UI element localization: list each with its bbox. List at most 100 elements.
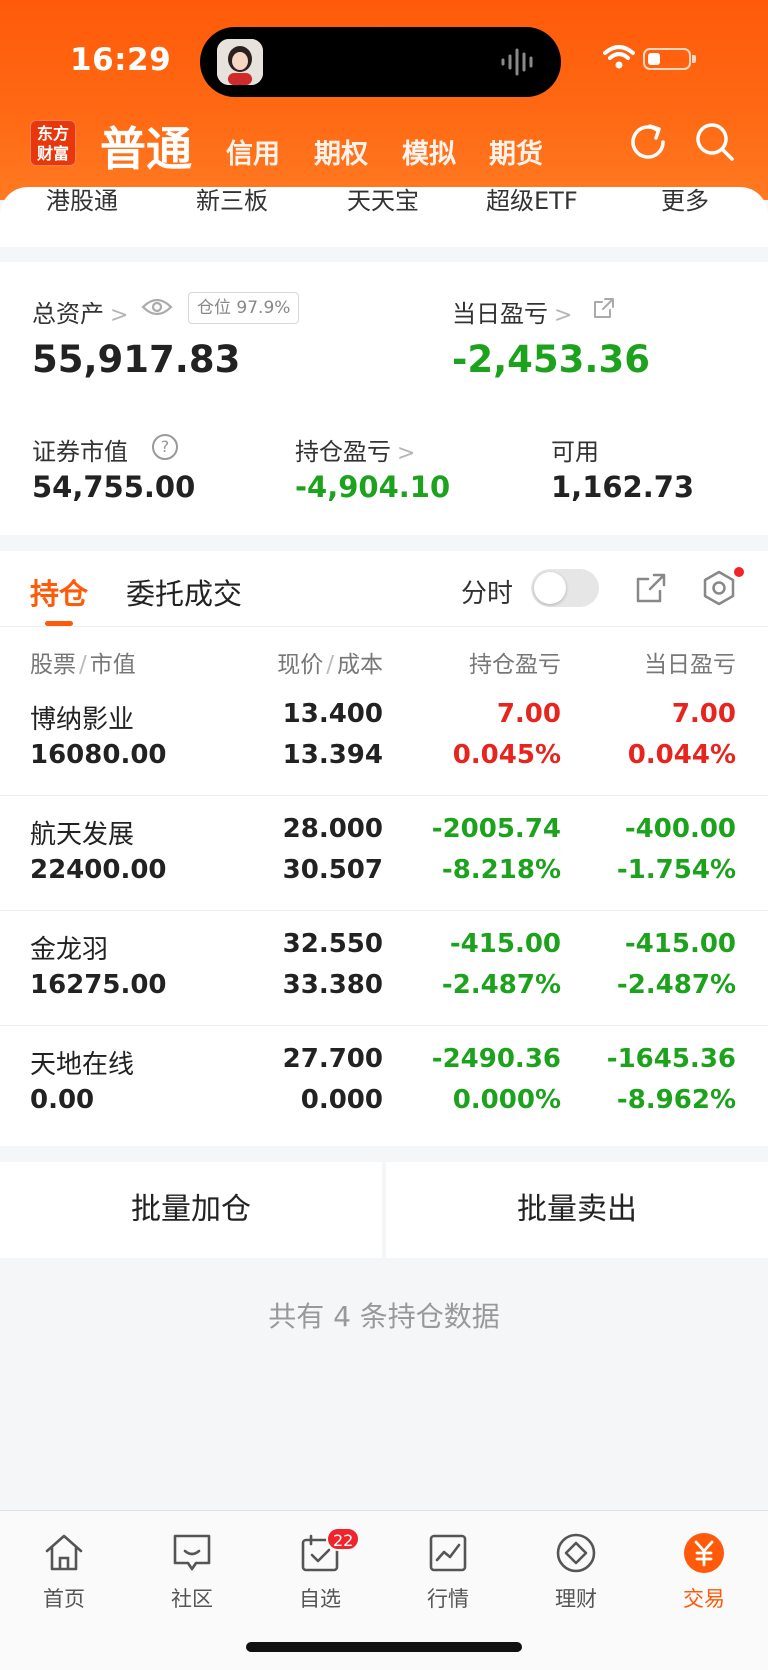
stock-holding-pl: -415.00 <box>449 929 561 959</box>
table-row[interactable]: 金龙羽 16275.00 32.550 33.380 -415.00 -2.48… <box>0 911 768 1026</box>
holdings-count-text: 共有 4 条持仓数据 <box>268 1300 500 1333</box>
status-time: 16:29 <box>70 42 172 78</box>
fenshi-label: 分时 <box>461 579 514 609</box>
quick-item-hk-connect[interactable]: 港股通 <box>46 187 118 216</box>
holdings-section: 持仓 委托成交 分时 股票 / 市值 现价 / 成本 持仓盈亏 当日盈亏 博纳影业 16… <box>0 551 768 1146</box>
nav-market[interactable]: 行情 <box>384 1521 512 1621</box>
table-row[interactable]: 博纳影业 16080.00 13.400 13.394 7.00 0.045% … <box>0 681 768 796</box>
app-header: 16:29 东方 财富 普通 信用 期权 模拟 期货 <box>0 0 768 200</box>
stock-market-value: 16080.00 <box>30 740 167 770</box>
tab-normal[interactable]: 普通 <box>100 113 192 179</box>
nav-wealth-label: 理财 <box>555 1587 597 1611</box>
avatar <box>217 39 263 85</box>
holdings-list: 博纳影业 16080.00 13.400 13.394 7.00 0.045% … <box>0 681 768 1141</box>
holding-pl-label: 持仓盈亏 <box>295 438 391 466</box>
stock-price: 32.550 <box>282 929 383 959</box>
nav-wealth[interactable]: 理财 <box>512 1521 640 1621</box>
tab-simulation[interactable]: 模拟 <box>402 132 456 171</box>
quick-item-neeq[interactable]: 新三板 <box>196 187 268 216</box>
external-link-icon[interactable] <box>592 296 616 320</box>
fenshi-toggle[interactable] <box>531 569 599 607</box>
settings-gear-icon[interactable] <box>700 569 738 607</box>
eye-icon[interactable] <box>141 296 173 318</box>
tab-positions[interactable]: 持仓 <box>30 571 88 613</box>
total-assets-link[interactable]: 总资产 > <box>32 294 128 329</box>
wealth-icon <box>556 1533 596 1573</box>
trade-icon <box>684 1533 724 1573</box>
help-icon[interactable]: ? <box>152 434 178 460</box>
column-header-daily-pl: 当日盈亏 <box>644 652 736 678</box>
share-icon[interactable] <box>632 569 670 607</box>
nav-home-label: 首页 <box>43 1587 85 1611</box>
nav-watchlist[interactable]: 22 自选 <box>256 1521 384 1621</box>
available-label: 可用 <box>551 438 599 466</box>
tab-futures[interactable]: 期货 <box>489 132 543 171</box>
total-assets-label: 总资产 <box>32 300 104 328</box>
nav-market-label: 行情 <box>427 1587 469 1611</box>
stock-name: 航天发展 <box>30 820 135 850</box>
dynamic-island <box>200 27 561 97</box>
stock-daily-pl: -1645.36 <box>606 1044 736 1074</box>
watchlist-badge: 22 <box>326 1527 361 1551</box>
stock-market-value: 16275.00 <box>30 970 167 1000</box>
holding-pl-value: -4,904.10 <box>295 470 451 504</box>
active-tab-indicator <box>45 621 73 626</box>
stock-daily-pl-pct: -1.754% <box>616 855 736 885</box>
daily-pl-label: 当日盈亏 <box>452 300 548 328</box>
holdings-tab-bar: 持仓 委托成交 分时 <box>0 551 768 627</box>
stock-daily-pl-pct: -8.962% <box>616 1085 736 1115</box>
stock-holding-pl-pct: 0.000% <box>452 1085 561 1115</box>
stock-holding-pl: 7.00 <box>496 699 561 729</box>
stock-daily-pl: 7.00 <box>671 699 736 729</box>
nav-community[interactable]: 社区 <box>128 1521 256 1621</box>
refresh-icon[interactable] <box>626 120 670 164</box>
nav-home[interactable]: 首页 <box>0 1521 128 1621</box>
account-type-nav: 东方 财富 普通 信用 期权 模拟 期货 <box>0 110 768 180</box>
stock-cost: 0.000 <box>300 1085 383 1115</box>
nav-trade[interactable]: 交易 <box>640 1521 768 1621</box>
batch-sell-button[interactable]: 批量卖出 <box>386 1162 768 1258</box>
column-header-stock: 股票 / 市值 <box>30 652 136 678</box>
stock-cost: 30.507 <box>282 855 383 885</box>
stock-price: 27.700 <box>282 1044 383 1074</box>
table-row[interactable]: 天地在线 0.00 27.700 0.000 -2490.36 0.000% -… <box>0 1026 768 1141</box>
total-assets-value: 55,917.83 <box>32 338 241 381</box>
stock-price: 28.000 <box>282 814 383 844</box>
tab-orders-trades[interactable]: 委托成交 <box>126 571 242 613</box>
stock-holding-pl: -2490.36 <box>431 1044 561 1074</box>
table-row[interactable]: 航天发展 22400.00 28.000 30.507 -2005.74 -8.… <box>0 796 768 911</box>
batch-actions: 批量加仓 批量卖出 <box>0 1162 768 1258</box>
stock-holding-pl-pct: -8.218% <box>441 855 561 885</box>
quick-menu: 港股通 新三板 天天宝 超级ETF 更多 <box>0 187 768 247</box>
market-value-label: 证券市值 <box>32 438 128 466</box>
quick-item-more[interactable]: 更多 <box>661 187 709 216</box>
column-header-price: 现价 / 成本 <box>277 652 383 678</box>
col-cost: 成本 <box>337 652 383 678</box>
batch-add-button[interactable]: 批量加仓 <box>0 1162 382 1258</box>
position-ratio-badge: 仓位 97.9% <box>188 292 300 324</box>
stock-price: 13.400 <box>282 699 383 729</box>
home-icon <box>45 1534 83 1571</box>
logo-text-line2: 财富 <box>36 144 69 163</box>
col-market-value: 市值 <box>89 652 136 678</box>
col-stock: 股票 <box>30 652 76 678</box>
daily-pl-value: -2,453.36 <box>452 338 650 381</box>
stock-name: 金龙羽 <box>30 935 109 965</box>
stock-holding-pl-pct: -2.487% <box>441 970 561 1000</box>
logo-text-line1: 东方 <box>36 124 69 143</box>
daily-pl-link[interactable]: 当日盈亏 > <box>452 294 572 329</box>
notification-dot <box>734 567 744 577</box>
quick-item-super-etf[interactable]: 超级ETF <box>486 187 578 216</box>
quick-item-tiantianbao[interactable]: 天天宝 <box>347 187 419 216</box>
holding-pl-link[interactable]: 持仓盈亏 > <box>295 432 415 467</box>
stock-daily-pl-pct: -2.487% <box>616 970 736 1000</box>
market-value: 54,755.00 <box>32 470 196 504</box>
tab-credit[interactable]: 信用 <box>226 132 280 171</box>
status-bar: 16:29 <box>0 0 768 120</box>
market-icon <box>429 1534 467 1572</box>
stock-daily-pl: -415.00 <box>624 929 736 959</box>
search-icon[interactable] <box>693 120 737 164</box>
col-price: 现价 <box>277 652 324 678</box>
tab-options[interactable]: 期权 <box>314 132 368 171</box>
stock-cost: 33.380 <box>282 970 383 1000</box>
